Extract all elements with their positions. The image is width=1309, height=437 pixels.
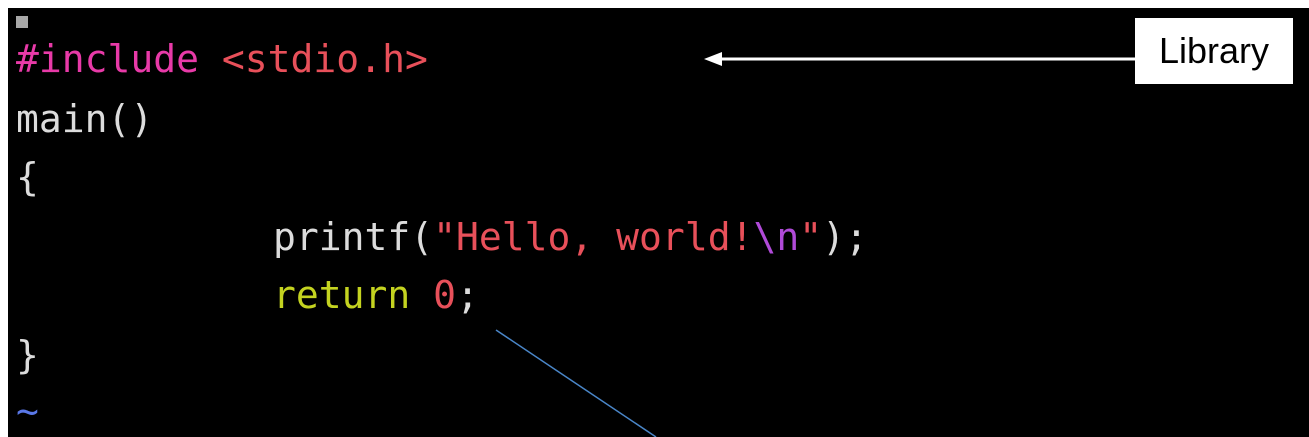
code-line-main: main() [16,90,153,148]
code-line-return: return 0; [16,266,479,324]
include-header: <stdio.h> [221,37,428,81]
screenshot-stage: #include <stdio.h> main() { printf("Hell… [0,0,1309,437]
vim-terminal[interactable]: #include <stdio.h> main() { printf("Hell… [8,8,1309,437]
code-line-tilde: ~ [16,382,39,437]
library-label-text: Library [1158,30,1270,71]
printf-end: ); [822,215,868,259]
code-line-close-brace: } [16,326,39,384]
main-signature: main() [16,97,154,141]
return-end: ; [456,273,479,317]
cursor-block [16,16,28,28]
return-value: 0 [433,273,457,317]
include-directive: #include [16,37,200,81]
empty-line-tilde: ~ [16,389,39,433]
open-brace: { [16,155,39,199]
library-label: Library [1135,18,1293,84]
printf-string: "Hello, world! [433,215,754,259]
printf-call: printf( [273,215,434,259]
printf-string-close: " [799,215,823,259]
code-line-printf: printf("Hello, world!\n"); [16,208,868,266]
close-brace: } [16,333,39,377]
code-line-open-brace: { [16,148,39,206]
code-line-include: #include <stdio.h> [16,30,428,88]
printf-escape: \n [753,215,800,259]
return-keyword: return [273,273,411,317]
